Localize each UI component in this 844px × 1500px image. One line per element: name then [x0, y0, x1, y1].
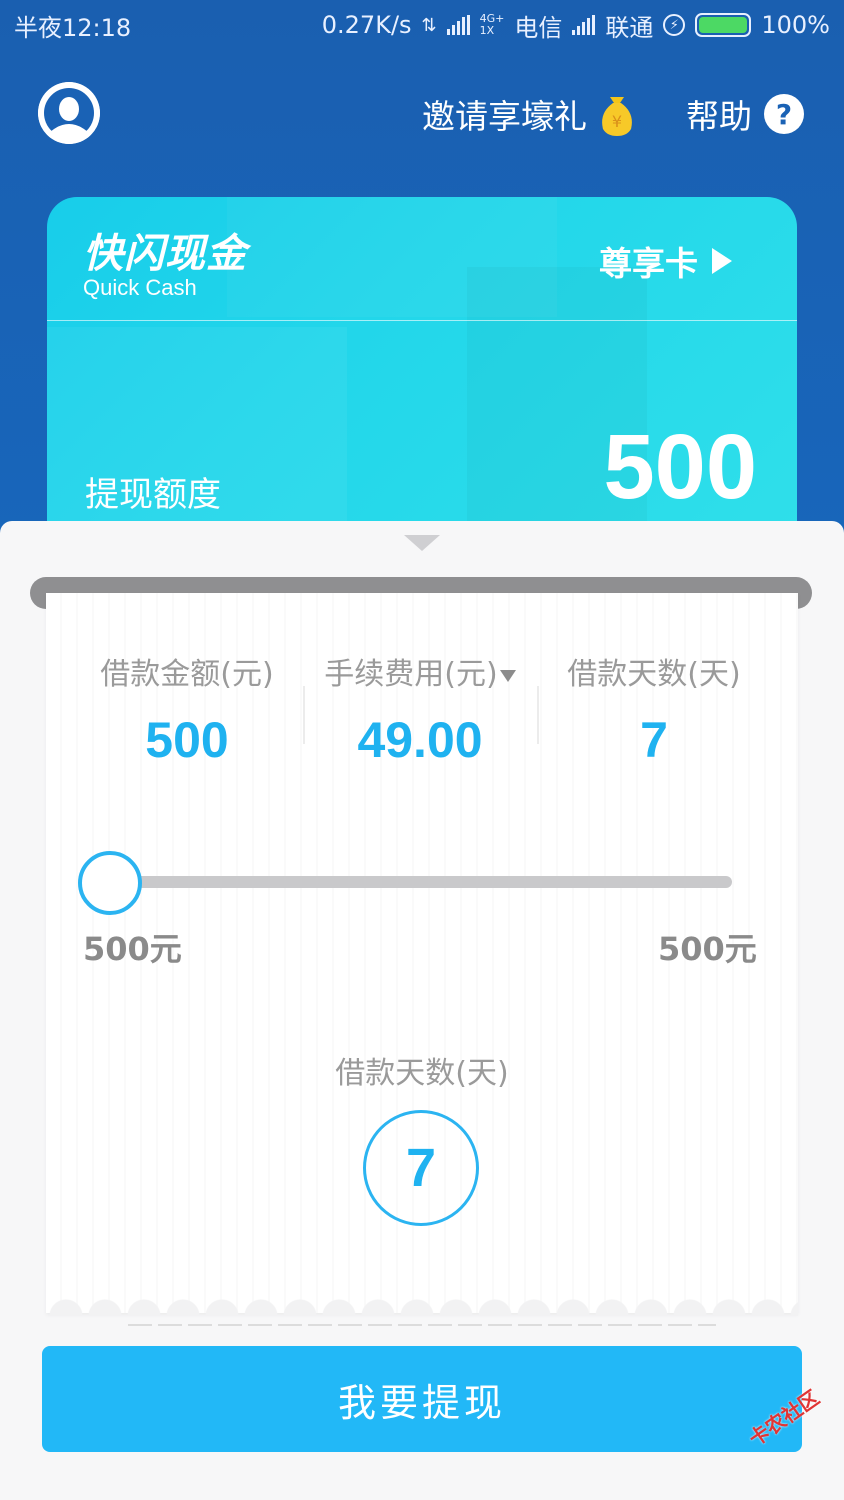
battery-icon — [695, 13, 752, 37]
amount-slider-thumb[interactable] — [78, 851, 142, 915]
svg-text:¥: ¥ — [612, 112, 622, 131]
dropdown-arrow-icon — [499, 669, 516, 682]
invite-label: 邀请享壕礼 — [422, 97, 587, 136]
charging-icon: ⚡ — [663, 14, 686, 36]
dashed-divider — [128, 1324, 716, 1326]
loan-days-column: 借款天数(天) 7 — [539, 649, 769, 769]
status-time: 半夜12:18 — [14, 13, 132, 42]
brand-name-cn: 快闪现金 — [83, 231, 247, 277]
help-button[interactable]: 帮助 ? — [686, 90, 804, 138]
help-label: 帮助 — [686, 97, 752, 136]
battery-percent: 100% — [761, 11, 830, 39]
loan-amount-value: 500 — [145, 712, 229, 768]
carrier-2: 联通 — [605, 13, 654, 42]
loan-days-value: 7 — [640, 712, 668, 768]
withdraw-limit-label: 提现额度 — [85, 475, 221, 515]
network-speed: 0.27K/s — [321, 11, 412, 39]
brand-logo: 快闪现金 Quick Cash — [83, 221, 247, 301]
fee-label-row[interactable]: 手续费用(元) — [305, 649, 535, 693]
vip-card-link[interactable]: 尊享卡 — [599, 237, 732, 285]
withdraw-button[interactable]: 我要提现 — [42, 1346, 802, 1452]
data-arrows-icon: ⇅ — [421, 14, 437, 36]
carrier-1: 电信 — [514, 13, 563, 42]
fee-label: 手续费用(元) — [324, 657, 498, 692]
invite-button[interactable]: 邀请享壕礼 ¥ — [422, 90, 637, 138]
signal-icon — [446, 15, 470, 35]
status-bar: 半夜12:18 0.27K/s ⇅ 4G+ 1X 电信 联通 ⚡ 100% — [0, 0, 844, 50]
loan-amount-column: 借款金额(元) 500 — [72, 649, 302, 769]
days-picker-label: 借款天数(天) — [335, 1056, 509, 1091]
amount-slider-track[interactable] — [110, 876, 732, 888]
slider-max-label: 500元 — [658, 930, 757, 968]
app-header: 邀请享壕礼 ¥ 帮助 ? — [0, 70, 844, 160]
withdraw-limit-value: 500 — [603, 416, 758, 518]
collapse-arrow-icon[interactable] — [404, 535, 440, 551]
fee-value: 49.00 — [357, 712, 483, 768]
days-picker-button[interactable]: 7 — [363, 1110, 479, 1226]
play-arrow-icon — [712, 248, 732, 274]
money-bag-icon: ¥ — [597, 91, 637, 137]
ticket-perforation — [46, 1286, 798, 1316]
loan-days-label: 借款天数(天) — [567, 657, 741, 692]
quick-cash-card: 快闪现金 Quick Cash 尊享卡 提现额度 500 — [47, 197, 797, 537]
card-divider — [47, 320, 797, 321]
fee-column[interactable]: 手续费用(元) 49.00 — [305, 649, 535, 769]
signal-icon-2 — [572, 15, 596, 35]
loan-amount-label: 借款金额(元) — [100, 657, 274, 692]
help-icon: ? — [764, 94, 804, 134]
loan-sheet: 借款金额(元) 500 手续费用(元) 49.00 借款天数(天) 7 500元… — [0, 521, 844, 1500]
vip-card-label: 尊享卡 — [599, 244, 698, 283]
network-type: 4G+ 1X — [479, 12, 505, 37]
slider-min-label: 500元 — [83, 930, 182, 968]
user-avatar-icon[interactable] — [38, 82, 100, 144]
